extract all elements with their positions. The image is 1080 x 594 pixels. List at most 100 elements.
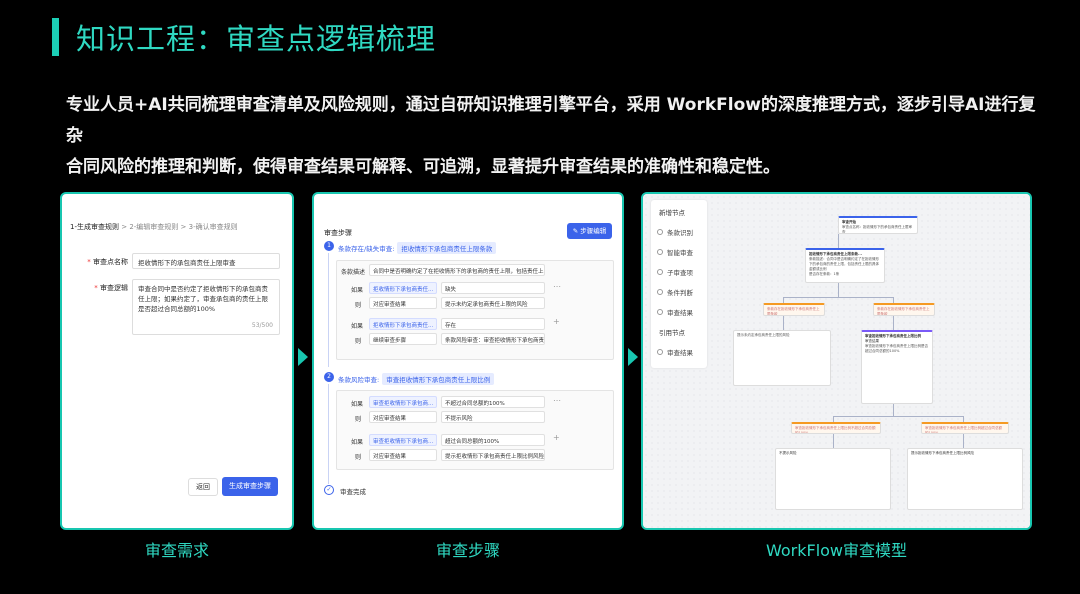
condition-select[interactable]: 审查拒收情形下承包商... [369, 434, 437, 446]
review-name-label: * 审查点名称 [87, 258, 128, 266]
connector-line [963, 434, 964, 448]
result-field[interactable]: 提示拒收情形下承包商责任上限比例风险 [441, 449, 545, 461]
connector-line [783, 297, 893, 298]
risk-detail-node[interactable]: 提示未约定承包商责任上限的风险 [733, 330, 831, 386]
palette-item-ai-review[interactable]: 智能审查 [651, 242, 707, 262]
if-label: 如果 [351, 401, 364, 408]
node-palette: 新增节点 条款识别 智能审查 子审查项 条件判断 审查结果 引用节点 审查结果 [651, 200, 707, 368]
caption-review-requirement: 审查需求 [144, 541, 209, 560]
review-logic-label: * 审查逻辑 [94, 284, 128, 292]
review-steps-panel: 审查步骤 ✎ 步骤编辑 1 条款存在/缺失审查: 拒收情形下承包商责任上限条款 条… [312, 192, 624, 530]
step-breadcrumb: 1-生成审查规则 > 2-编辑审查规则 > 3-确认审查规则 [70, 222, 238, 232]
step-1-title: 条款存在/缺失审查: 拒收情形下承包商责任上限条款 [338, 242, 497, 254]
value-select[interactable]: 存在 [441, 318, 545, 330]
start-node[interactable]: 审查开始 审查点名称：拒收情形下的承包商责任上限审查 [838, 216, 918, 234]
description-line-2: 合同风险的推理和判断，使得审查结果可解释、可追溯，显著提升审查结果的准确性和稳定… [66, 157, 780, 177]
clause-desc-label: 条款描述 [341, 269, 366, 276]
condition-select[interactable]: 审查拒收情形下承包商... [369, 396, 437, 408]
timeline-line [328, 384, 329, 484]
steps-header: 审查步骤 [324, 229, 352, 237]
sub-item-icon [657, 269, 663, 275]
timeline-line [328, 253, 329, 367]
result-icon [657, 349, 663, 355]
connector-line [893, 404, 894, 416]
branch-node-right[interactable]: 条款存在拒收情形下承包商责任上限条款 [873, 303, 935, 316]
clause-icon [657, 229, 663, 235]
then-label: 则 [355, 416, 362, 423]
then-label: 则 [355, 338, 362, 345]
clause-id-node[interactable]: 拒收情形下承包商责任上限条款... 条款描述：合同中是否明确约定了在拒收情形下的… [805, 248, 885, 283]
breadcrumb-sep: > [178, 223, 189, 231]
result-field[interactable]: 提示未约定承包商责任上限的风险 [441, 297, 545, 309]
back-button[interactable]: 返回 [188, 478, 218, 496]
step-1-box: 条款描述 合同中是否明确约定了在拒收情形下的承包商的责任上限，包括责任上限的 如… [336, 260, 614, 360]
palette-item-ref-result[interactable]: 审查结果 [651, 342, 707, 362]
result-icon [657, 309, 663, 315]
action-select[interactable]: 对应审查结果 [369, 449, 437, 461]
breadcrumb-step-1[interactable]: 1-生成审查规则 [70, 223, 119, 231]
condition-icon [657, 289, 663, 295]
result-field[interactable]: 不提示风险 [441, 411, 545, 423]
step-number-2: 2 [324, 372, 334, 382]
palette-item-condition[interactable]: 条件判断 [651, 282, 707, 302]
add-node-group: 新增节点 [659, 209, 685, 217]
action-select[interactable]: 对应审查结果 [369, 411, 437, 423]
value-select[interactable]: 不超过合同总额的100% [441, 396, 545, 408]
flow-arrow-icon [628, 348, 638, 366]
ref-node-group: 引用节点 [659, 329, 685, 337]
connector-line [838, 283, 839, 297]
branch-node-bottom-left[interactable]: 审查拒收情形下承包商责任上限比例不超过合同总额的100% [791, 422, 881, 434]
ai-review-node[interactable]: 审查拒收情形下承包商责任上限比例 审查结果 审查拒收情形下承包商责任上限比例是否… [861, 330, 933, 404]
title-accent-bar [52, 18, 59, 56]
connector-line [783, 316, 784, 330]
more-icon[interactable]: ⋯ [553, 396, 561, 405]
flow-arrow-icon [298, 348, 308, 366]
value-select[interactable]: 超过合同总额的100% [441, 434, 545, 446]
review-logic-text: 审查合同中是否约定了拒收情形下的承包商责任上限；如果约定了，审查承包商的责任上限… [138, 285, 268, 313]
connector-line [833, 434, 834, 448]
branch-node-left[interactable]: 条款存在拒收情形下承包商责任上限条款 [763, 303, 825, 316]
branch-node-bottom-right[interactable]: 审查拒收情形下承包商责任上限比例超过合同总额的100% [921, 422, 1009, 434]
review-complete-label: 审查完成 [340, 488, 366, 496]
palette-item-sub-item[interactable]: 子审查项 [651, 262, 707, 282]
result-field[interactable]: 条款风险审查：审查拒收情形下承包商责 [441, 333, 545, 345]
breadcrumb-sep: > [118, 223, 130, 231]
step-2-title: 条款风险审查: 审查拒收情形下承包商责任上限比例 [338, 373, 495, 385]
breadcrumb-step-3[interactable]: 3-确认审查规则 [189, 223, 238, 231]
ai-review-icon [657, 249, 663, 255]
connector-line [833, 416, 963, 417]
add-icon[interactable]: + [553, 317, 560, 326]
connector-line [893, 316, 894, 330]
palette-item-clause[interactable]: 条款识别 [651, 222, 707, 242]
result-node-left[interactable]: 不提示风险 [775, 448, 891, 510]
clause-desc-field[interactable]: 合同中是否明确约定了在拒收情形下的承包商的责任上限，包括责任上限的 [369, 264, 545, 276]
action-select[interactable]: 对应审查结果 [369, 297, 437, 309]
edit-steps-button[interactable]: ✎ 步骤编辑 [567, 223, 612, 239]
caption-workflow-model: WorkFlow审查模型 [765, 541, 908, 560]
generate-steps-button[interactable]: 生成审查步骤 [222, 477, 278, 496]
step-number-1: 1 [324, 241, 334, 251]
review-logic-textarea[interactable]: 审查合同中是否约定了拒收情形下的承包商责任上限；如果约定了，审查承包商的责任上限… [132, 279, 280, 335]
if-label: 如果 [351, 287, 364, 294]
step-2-tag: 审查拒收情形下承包商责任上限比例 [382, 373, 495, 385]
if-label: 如果 [351, 439, 364, 446]
action-select[interactable]: 继续审查步骤 [369, 333, 437, 345]
caption-review-steps: 审查步骤 [435, 541, 500, 560]
condition-select[interactable]: 拒收情形下承包商责任... [369, 282, 437, 294]
page-title: 知识工程：审查点逻辑梳理 [76, 22, 437, 56]
then-label: 则 [355, 454, 362, 461]
condition-select[interactable]: 拒收情形下承包商责任... [369, 318, 437, 330]
result-node-right[interactable]: 提示拒收情形下承包商责任上限比例风险 [907, 448, 1023, 510]
palette-item-result[interactable]: 审查结果 [651, 302, 707, 322]
review-name-input[interactable]: 拒收情形下的承包商责任上限审查 [132, 253, 280, 269]
add-icon[interactable]: + [553, 433, 560, 442]
description-line-1: 专业人员+AI共同梳理审查清单及风险规则，通过自研知识推理引擎平台，采用 Wor… [66, 95, 1036, 146]
value-select[interactable]: 缺失 [441, 282, 545, 294]
more-icon[interactable]: ⋯ [553, 282, 561, 291]
slide: 知识工程：审查点逻辑梳理 专业人员+AI共同梳理审查清单及风险规则，通过自研知识… [0, 0, 1080, 594]
if-label: 如果 [351, 323, 364, 330]
step-2-box: 如果 审查拒收情形下承包商... 不超过合同总额的100% ⋯ 则 对应审查结果… [336, 390, 614, 470]
breadcrumb-step-2[interactable]: 2-编辑审查规则 [129, 223, 178, 231]
connector-line [838, 234, 839, 248]
char-counter: 53/500 [251, 322, 273, 329]
